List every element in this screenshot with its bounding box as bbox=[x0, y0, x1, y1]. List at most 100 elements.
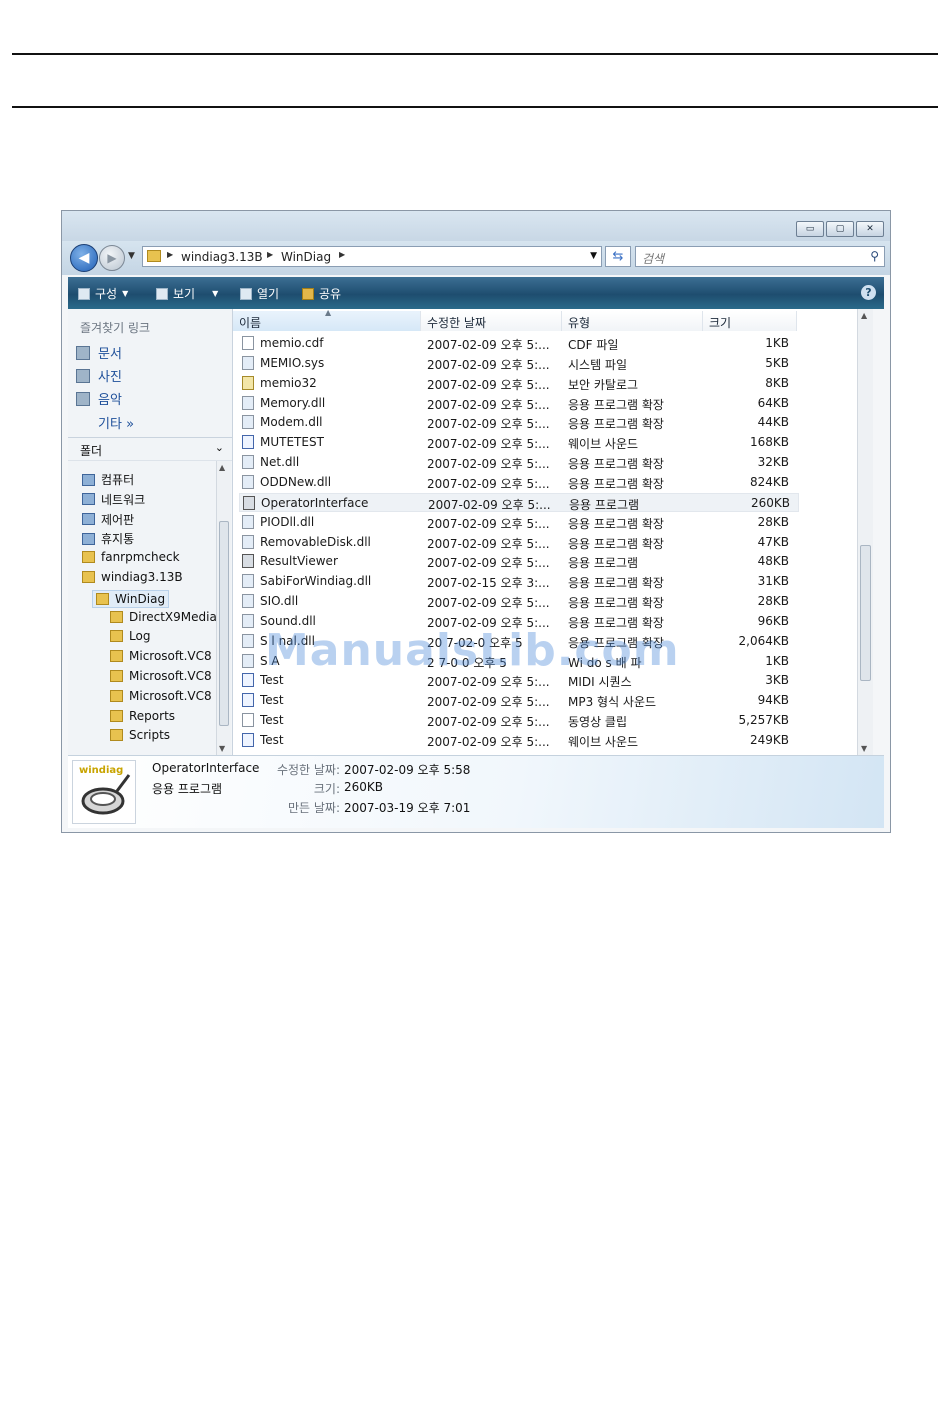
breadcrumb-separator-icon[interactable]: ▶ bbox=[167, 250, 173, 259]
tree-item[interactable]: 제어판 bbox=[82, 511, 134, 528]
favorites-more-label: 기타 bbox=[98, 417, 122, 432]
tree-item[interactable]: DirectX9Media bbox=[110, 610, 217, 624]
file-row[interactable]: Modem.dll 2007-02-09 오후 5:... 응용 프로그램 확장 44… bbox=[239, 413, 799, 432]
file-name: memio.cdf bbox=[260, 336, 324, 350]
file-row[interactable]: Test 2007-02-09 오후 5:... 동영상 클립 5,257KB bbox=[239, 711, 799, 730]
file-size: 31KB bbox=[757, 574, 789, 589]
file-type: 동영상 클립 bbox=[568, 715, 628, 730]
address-dropdown-icon[interactable]: ▼ bbox=[590, 251, 597, 261]
file-type: 웨이브 사운드 bbox=[568, 735, 639, 749]
tree-item[interactable]: windiag3.13B bbox=[82, 570, 183, 584]
tree-item[interactable]: Microsoft.VC8 bbox=[110, 649, 212, 663]
column-header-date[interactable]: 수정한 날짜 bbox=[421, 311, 562, 331]
title-bar: ▭ ▢ ✕ bbox=[62, 211, 890, 241]
file-row[interactable]: ResultViewer 2007-02-09 오후 5:... 응용 프로그램 48… bbox=[239, 552, 799, 571]
search-input[interactable]: 검색 ⚲ bbox=[635, 246, 885, 267]
tree-item[interactable]: 컴퓨터 bbox=[82, 471, 134, 488]
file-type: CDF 파일 bbox=[568, 338, 619, 352]
file-date: 2007-02-09 오후 5:... bbox=[427, 457, 550, 472]
details-created-label: 만든 날짜: bbox=[287, 801, 340, 815]
scroll-down-icon[interactable]: ▼ bbox=[219, 744, 225, 753]
file-list-scrollbar[interactable]: ▲ ▼ bbox=[857, 309, 873, 755]
organize-button[interactable]: 구성 ▼ bbox=[78, 285, 128, 302]
application-icon bbox=[243, 495, 255, 510]
file-size: 3KB bbox=[765, 673, 789, 688]
file-type: MP3 형식 사운드 bbox=[568, 695, 657, 710]
share-button[interactable]: 공유 bbox=[302, 285, 341, 302]
file-row[interactable]: memio.cdf 2007-02-09 오후 5:... CDF 파일 1KB bbox=[239, 334, 799, 353]
back-button[interactable]: ◀ bbox=[70, 244, 98, 272]
file-row[interactable]: OperatorInterface 2007-02-09 오후 5:... 응용 프… bbox=[239, 492, 799, 512]
file-date: 2007-02-09 오후 5:... bbox=[428, 497, 551, 512]
tree-item-label: 제어판 bbox=[101, 512, 135, 527]
scrollbar-thumb[interactable] bbox=[860, 545, 871, 681]
file-row[interactable]: Net.dll 2007-02-09 오후 5:... 응용 프로그램 확장 32KB bbox=[239, 453, 799, 472]
scroll-up-icon[interactable]: ▲ bbox=[219, 463, 225, 472]
file-row[interactable]: MUTETEST 2007-02-09 오후 5:... 웨이브 사운드 168KB bbox=[239, 433, 799, 452]
file-row[interactable]: SabiForWindiag.dll 2007-02-15 오후 3:... 응용 … bbox=[239, 572, 799, 591]
folders-header[interactable]: 폴더 ⌄ bbox=[68, 437, 232, 461]
favorites-more-link[interactable]: 기타 » bbox=[98, 413, 134, 432]
file-row[interactable]: PIODll.dll 2007-02-09 오후 5:... 응용 프로그램 확장 2… bbox=[239, 513, 799, 532]
breadcrumb-windiag[interactable]: WinDiag bbox=[281, 250, 331, 264]
breadcrumb-separator-icon[interactable]: ▶ bbox=[339, 250, 345, 259]
favorite-documents[interactable]: 문서 bbox=[76, 343, 122, 362]
scrollbar-thumb[interactable] bbox=[219, 521, 229, 726]
navigation-scrollbar[interactable]: ▲ ▼ bbox=[216, 461, 231, 755]
file-date: 2007-02-09 오후 5:... bbox=[427, 417, 550, 432]
close-button[interactable]: ✕ bbox=[856, 221, 884, 237]
tree-item[interactable]: Microsoft.VC8 bbox=[110, 669, 212, 683]
breadcrumb-windiag313b[interactable]: windiag3.13B bbox=[181, 250, 263, 264]
file-row[interactable]: RemovableDisk.dll 2007-02-09 오후 5:... 응용 프… bbox=[239, 533, 799, 552]
file-row[interactable]: ODDNew.dll 2007-02-09 오후 5:... 응용 프로그램 확장 8… bbox=[239, 473, 799, 492]
file-row[interactable]: memio32 2007-02-09 오후 5:... 보안 카탈로그 8KB bbox=[239, 374, 799, 393]
file-row[interactable]: Test 2007-02-09 오후 5:... 웨이브 사운드 249KB bbox=[239, 731, 799, 750]
file-row[interactable]: SIO.dll 2007-02-09 오후 5:... 응용 프로그램 확장 28KB bbox=[239, 592, 799, 611]
tree-item[interactable]: Log bbox=[110, 629, 150, 643]
file-name: Modem.dll bbox=[260, 415, 323, 430]
breadcrumb-separator-icon[interactable]: ▶ bbox=[267, 250, 273, 259]
column-header-type[interactable]: 유형 bbox=[562, 311, 703, 331]
file-type: 시스템 파일 bbox=[568, 357, 628, 372]
tree-item[interactable]: Scripts bbox=[110, 728, 170, 742]
file-size: 168KB bbox=[749, 435, 789, 450]
chevron-down-icon: ▼ bbox=[122, 289, 129, 298]
file-size: 1KB bbox=[765, 336, 789, 350]
tree-item[interactable]: 휴지통 bbox=[82, 530, 134, 547]
dll-file-icon bbox=[242, 514, 254, 529]
scroll-down-icon[interactable]: ▼ bbox=[861, 744, 867, 753]
tree-item[interactable]: WinDiag bbox=[92, 589, 170, 608]
file-size: 5KB bbox=[765, 355, 789, 370]
favorite-music[interactable]: 음악 bbox=[76, 389, 122, 408]
favorite-pictures[interactable]: 사진 bbox=[76, 366, 122, 385]
help-icon[interactable]: ? bbox=[861, 285, 876, 300]
minimize-button[interactable]: ▭ bbox=[796, 221, 824, 237]
refresh-icon: ⇆ bbox=[612, 249, 624, 264]
scroll-up-icon[interactable]: ▲ bbox=[861, 311, 867, 320]
file-date: 2007-02-09 오후 5:... bbox=[427, 377, 550, 392]
recent-pages-dropdown[interactable]: ▼ bbox=[128, 251, 135, 261]
file-row[interactable]: Test 2007-02-09 오후 5:... MP3 형식 사운드 94KB bbox=[239, 691, 799, 710]
views-button[interactable]: 보기 ▼ bbox=[156, 285, 218, 302]
column-header-size[interactable]: 크기 bbox=[703, 311, 797, 331]
column-header-name[interactable]: 이름 ▲ bbox=[233, 309, 421, 331]
address-bar[interactable]: ▶ windiag3.13B ▶ WinDiag ▶ ▼ bbox=[142, 246, 602, 267]
file-type: 응용 프로그램 확장 bbox=[568, 596, 664, 611]
file-row[interactable]: Memory.dll 2007-02-09 오후 5:... 응용 프로그램 확장 6… bbox=[239, 394, 799, 413]
refresh-button[interactable]: ⇆ bbox=[605, 246, 631, 267]
search-icon[interactable]: ⚲ bbox=[870, 249, 879, 263]
tree-item[interactable]: Reports bbox=[110, 709, 175, 723]
tree-item[interactable]: fanrpmcheck bbox=[82, 550, 180, 564]
file-date: 2007-02-09 오후 5:... bbox=[427, 338, 550, 352]
tree-item[interactable]: 네트워크 bbox=[82, 491, 145, 508]
open-button[interactable]: 열기 bbox=[240, 285, 279, 302]
file-name: MEMIO.sys bbox=[260, 355, 325, 370]
dll-file-icon bbox=[242, 415, 254, 430]
file-name: Test bbox=[260, 713, 284, 728]
file-row[interactable]: MEMIO.sys 2007-02-09 오후 5:... 시스템 파일 5KB bbox=[239, 354, 799, 373]
tree-item[interactable]: Microsoft.VC8 bbox=[110, 689, 212, 703]
maximize-button[interactable]: ▢ bbox=[826, 221, 854, 237]
forward-button[interactable]: ▶ bbox=[99, 245, 125, 271]
share-label: 공유 bbox=[319, 287, 342, 301]
tree-item-label: Scripts bbox=[129, 728, 171, 743]
